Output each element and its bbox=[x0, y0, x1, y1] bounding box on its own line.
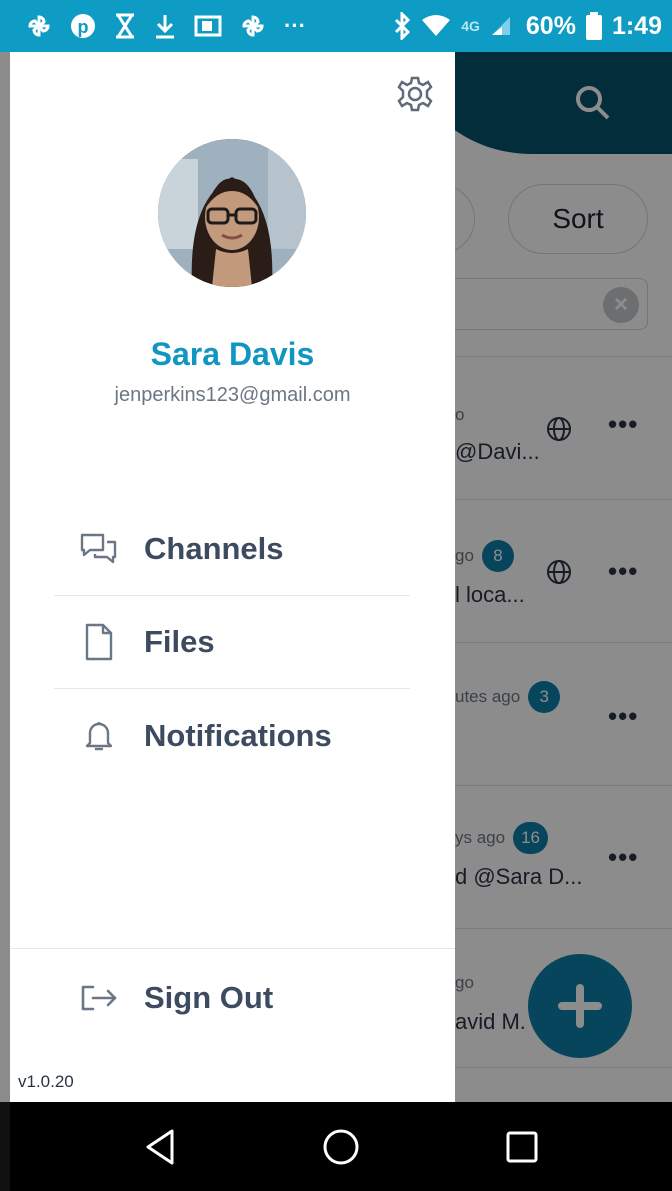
back-icon[interactable] bbox=[142, 1127, 178, 1167]
bell-icon bbox=[54, 719, 144, 753]
pinterest-icon: p bbox=[71, 14, 95, 38]
signal-icon bbox=[491, 17, 510, 35]
more-icon: ··· bbox=[284, 13, 306, 38]
network-type: 4G bbox=[461, 18, 480, 34]
battery-icon bbox=[585, 12, 602, 40]
chat-bubbles-icon bbox=[54, 531, 144, 567]
home-icon[interactable] bbox=[321, 1127, 361, 1167]
system-nav-bar bbox=[10, 1102, 672, 1191]
wifi-icon bbox=[422, 15, 451, 36]
avatar[interactable] bbox=[158, 139, 306, 287]
file-icon bbox=[54, 622, 144, 662]
sign-out-icon bbox=[54, 983, 144, 1013]
app-version: v1.0.20 bbox=[18, 1072, 74, 1091]
recents-icon[interactable] bbox=[504, 1129, 540, 1165]
notification-icons: p ··· bbox=[26, 13, 306, 39]
menu-item-label: Channels bbox=[144, 531, 284, 566]
gear-icon[interactable] bbox=[395, 74, 435, 114]
hourglass-icon bbox=[116, 13, 134, 39]
menu-item-label: Files bbox=[144, 624, 215, 659]
bluetooth-icon bbox=[395, 12, 411, 40]
download-icon bbox=[156, 15, 174, 39]
clock: 1:49 bbox=[611, 11, 662, 40]
navigation-drawer: Sara Davis jenperkins123@gmail.com Chann… bbox=[10, 52, 455, 1102]
pinwheel-icon bbox=[28, 15, 50, 37]
system-icons: 4G 60% 1:49 bbox=[393, 12, 662, 41]
menu-item-files[interactable]: Files bbox=[54, 596, 410, 689]
battery-percent: 60% bbox=[525, 11, 576, 40]
status-bar: p ··· 4G 60% 1:49 bbox=[0, 0, 672, 52]
pinwheel-icon bbox=[242, 15, 264, 37]
profile-photo bbox=[158, 139, 306, 287]
divider bbox=[10, 948, 455, 949]
svg-text:p: p bbox=[78, 17, 89, 37]
sign-out-label: Sign Out bbox=[144, 980, 274, 1015]
user-name: Sara Davis bbox=[150, 336, 315, 372]
menu-item-channels[interactable]: Channels bbox=[54, 503, 410, 596]
drawer-menu: Channels Files Notifications bbox=[54, 503, 410, 782]
sign-out-button[interactable]: Sign Out bbox=[54, 968, 273, 1028]
menu-item-notifications[interactable]: Notifications bbox=[54, 689, 410, 782]
reader-icon bbox=[194, 15, 222, 37]
menu-item-label: Notifications bbox=[144, 717, 332, 753]
user-email: jenperkins123@gmail.com bbox=[114, 384, 351, 406]
